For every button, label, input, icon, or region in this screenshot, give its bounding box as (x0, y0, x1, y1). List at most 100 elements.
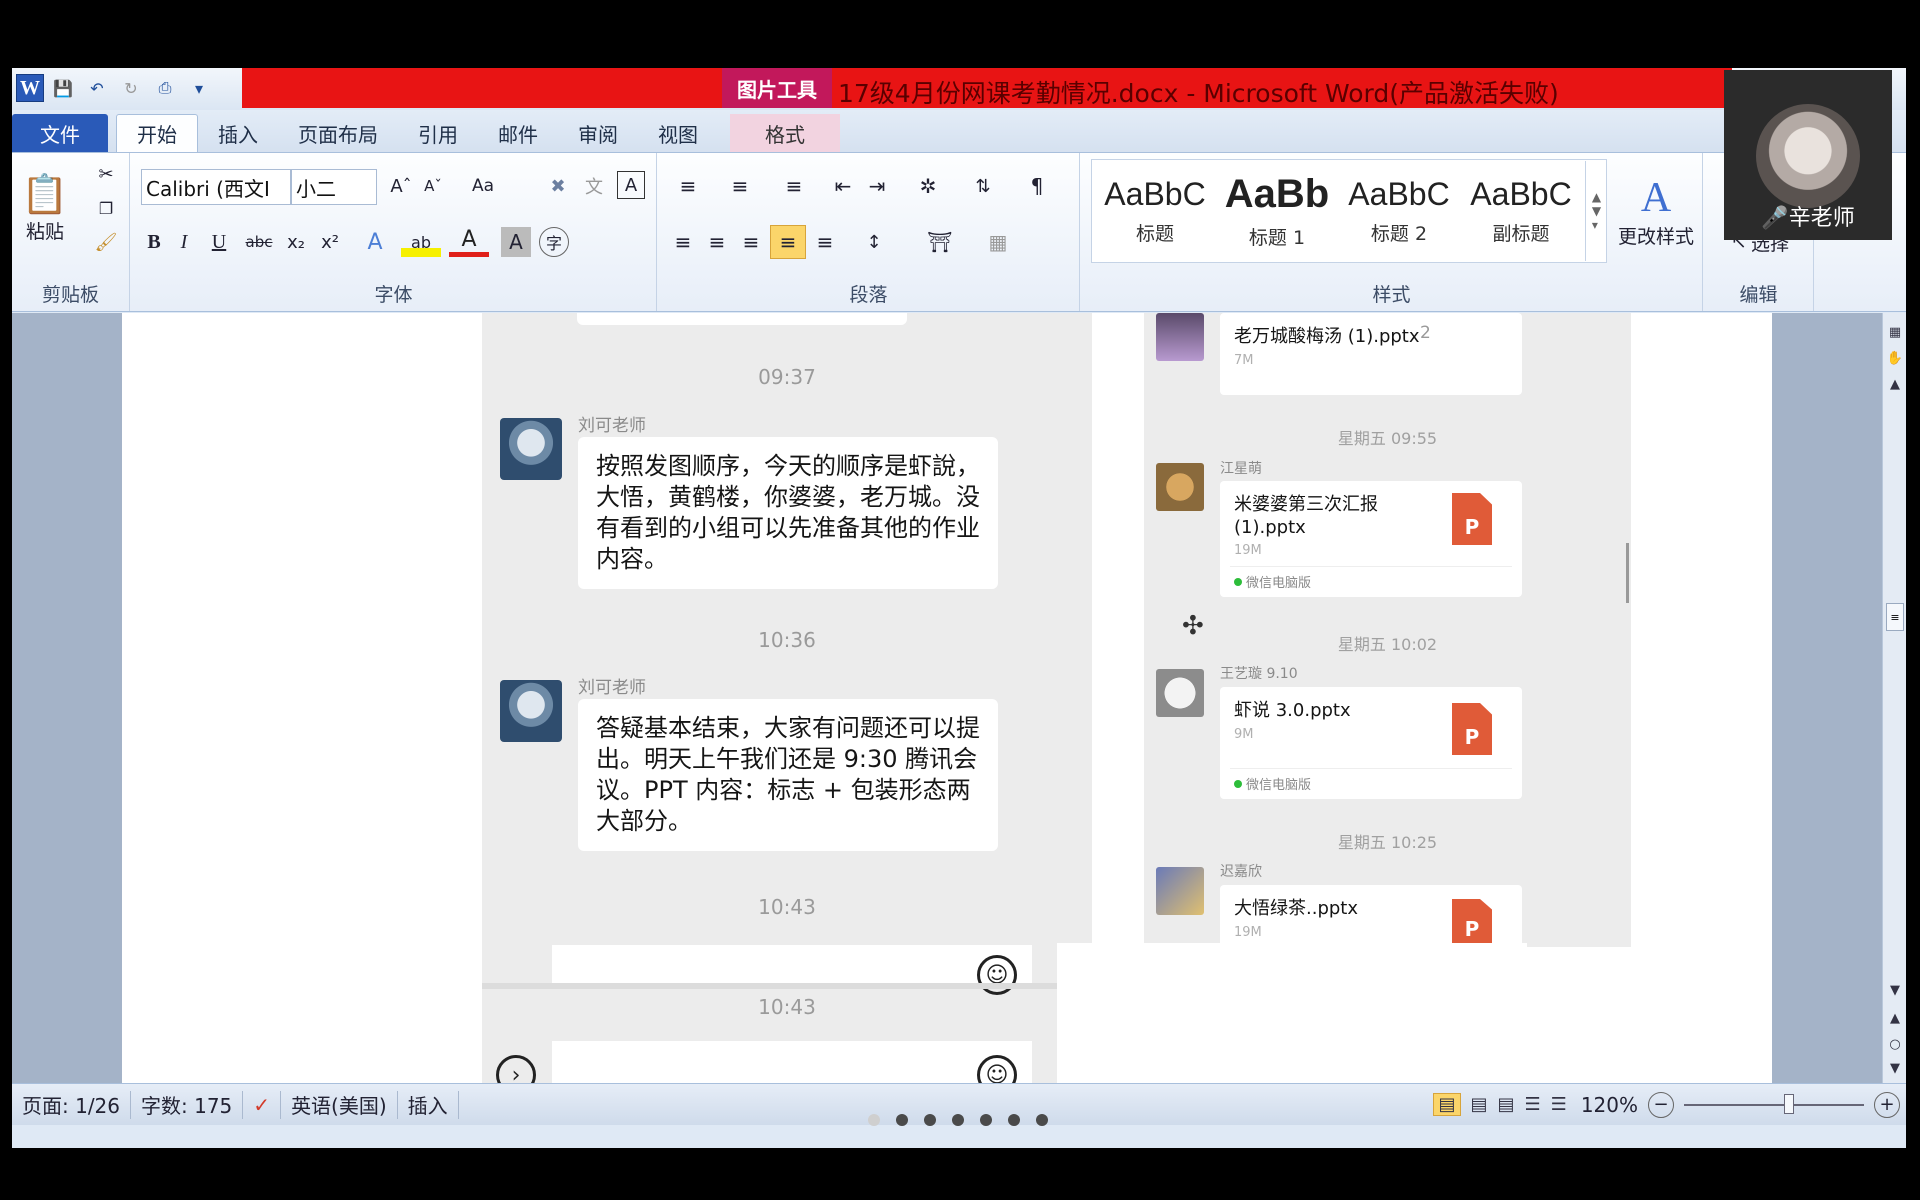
customize-toolbar-icon[interactable]: ▾ (184, 74, 214, 102)
phonetic-guide-icon[interactable]: 文 (579, 171, 609, 201)
print-layout-icon[interactable]: ▤ (1433, 1093, 1461, 1116)
full-screen-reading-icon[interactable]: ▤ (1471, 1094, 1488, 1115)
tab-review[interactable]: 审阅 (558, 114, 638, 152)
web-layout-icon[interactable]: ▤ (1498, 1094, 1515, 1115)
prev-page-icon[interactable]: ▲ (1885, 1007, 1905, 1029)
shrink-font-icon[interactable]: Aˇ (419, 171, 447, 201)
style-heading1[interactable]: AaBb 标题 1 (1217, 161, 1337, 261)
document-page[interactable]: 09:37 刘可老师 按照发图顺序，今天的顺序是虾說，大悟，黄鹤楼，你婆婆，老万… (122, 313, 1772, 1095)
font-size-combo[interactable]: 小二 (291, 169, 377, 205)
tab-file[interactable]: 文件 (12, 114, 108, 152)
message-sender: 刘可老师 (578, 678, 646, 698)
slide-dot[interactable] (1008, 1114, 1020, 1126)
zoom-slider[interactable] (1684, 1093, 1864, 1114)
bold-icon[interactable]: B (139, 227, 169, 257)
cut-icon[interactable]: ✂ (92, 161, 120, 187)
distributed-icon[interactable]: ≡ (810, 227, 840, 257)
chat-screenshot-right[interactable]: 老万城酸梅汤 (1).pptx 7M 2 星期五 09:55 江星萌 米婆婆第三… (1144, 313, 1631, 947)
change-case-button[interactable]: Aa (463, 171, 503, 201)
bullets-icon[interactable]: ≡ (668, 171, 708, 201)
tab-home[interactable]: 开始 (116, 114, 198, 152)
sort-icon[interactable]: ⇅ (968, 171, 998, 201)
tab-mailings[interactable]: 邮件 (478, 114, 558, 152)
zoom-in-icon[interactable]: + (1874, 1091, 1900, 1118)
scroll-down-icon[interactable]: ▼ (1885, 979, 1905, 1001)
char-shading-icon[interactable]: A (501, 227, 531, 257)
italic-icon[interactable]: I (169, 227, 199, 257)
change-styles-button[interactable]: A 更改样式 (1613, 161, 1699, 261)
slide-dot[interactable] (924, 1114, 936, 1126)
subscript-icon[interactable]: x₂ (281, 227, 311, 257)
word-logo-icon[interactable]: W (16, 74, 44, 102)
avatar (1156, 669, 1204, 717)
align-center-icon[interactable]: ≡ (702, 227, 732, 257)
line-spacing-icon[interactable]: ↕ (854, 227, 894, 257)
draft-icon[interactable]: ☰ (1551, 1094, 1567, 1115)
justify-icon[interactable]: ≡ (770, 225, 806, 259)
proofing-icon[interactable]: ✓ (243, 1090, 282, 1119)
zoom-out-icon[interactable]: − (1648, 1091, 1674, 1118)
font-group: Calibri (西文I 小二 Aˆ Aˇ Aa ✖ 文 A B I U abc… (131, 153, 657, 311)
zoom-slider-thumb[interactable] (1784, 1093, 1794, 1114)
char-border-icon[interactable]: A (617, 171, 645, 199)
divider (1230, 566, 1512, 567)
print-preview-icon[interactable]: ⎙ (150, 74, 180, 102)
text-effects-icon[interactable]: A (355, 227, 395, 257)
numbering-icon[interactable]: ≡ (720, 171, 760, 201)
style-heading2[interactable]: AaBbC 标题 2 (1339, 161, 1459, 261)
save-icon[interactable]: 💾 (48, 74, 78, 102)
slide-dot[interactable] (1036, 1114, 1048, 1126)
increase-indent-icon[interactable]: ⇥ (862, 171, 892, 201)
language[interactable]: 英语(美国) (281, 1090, 398, 1119)
undo-icon[interactable]: ↶ (82, 74, 112, 102)
scroll-up-icon[interactable]: ▲ (1885, 373, 1905, 395)
tab-references[interactable]: 引用 (398, 114, 478, 152)
underline-icon[interactable]: U (201, 227, 237, 257)
chinese-layout-icon[interactable]: ✲ (908, 171, 948, 201)
next-page-icon[interactable]: ▼ (1885, 1057, 1905, 1079)
tab-insert[interactable]: 插入 (198, 114, 278, 152)
slide-dot[interactable] (980, 1114, 992, 1126)
tab-format[interactable]: 格式 (730, 114, 840, 152)
input-box (552, 1041, 1032, 1085)
decrease-indent-icon[interactable]: ⇤ (828, 171, 858, 201)
tab-view[interactable]: 视图 (638, 114, 718, 152)
paragraph-group: ≡ ≡ ≡ ⇤ ⇥ ✲ ⇅ ¶ ≡ ≡ ≡ ≡ ≡ ↕ ⛩ ▦ 段落 (658, 153, 1080, 311)
slide-dot[interactable] (952, 1114, 964, 1126)
pan-icon[interactable]: ✋ (1885, 347, 1905, 369)
shading-icon[interactable]: ⛩ (920, 227, 960, 257)
vertical-scrollbar[interactable]: ▦ ✋ ▲ ≡ ▼ ▲ ○ ▼ (1882, 313, 1906, 1083)
clear-format-icon[interactable]: ✖ (543, 171, 573, 201)
align-right-icon[interactable]: ≡ (736, 227, 766, 257)
borders-icon[interactable]: ▦ (978, 227, 1018, 257)
word-count[interactable]: 字数: 175 (131, 1090, 244, 1119)
outline-icon[interactable]: ☰ (1525, 1094, 1541, 1115)
paste-button[interactable]: 📋 粘贴 (20, 163, 70, 253)
format-painter-icon[interactable]: 🖌 (92, 229, 120, 255)
copy-icon[interactable]: ❐ (92, 195, 120, 221)
show-marks-icon[interactable]: ¶ (1022, 171, 1052, 201)
scroll-thumb[interactable]: ≡ (1886, 603, 1904, 631)
highlight-icon[interactable]: ab (401, 227, 441, 257)
chat-screenshot-left[interactable]: 09:37 刘可老师 按照发图顺序，今天的顺序是虾說，大悟，黄鹤楼，你婆婆，老万… (482, 313, 1092, 1095)
zoom-level[interactable]: 120% (1581, 1093, 1648, 1117)
styles-scroll-icon[interactable]: ▲ ▼ ▾ (1585, 161, 1607, 261)
page-count[interactable]: 页面: 1/26 (12, 1090, 132, 1119)
insert-mode[interactable]: 插入 (398, 1090, 459, 1119)
slide-dot[interactable] (896, 1114, 908, 1126)
ruler-toggle-icon[interactable]: ▦ (1885, 321, 1905, 343)
slide-dot[interactable] (868, 1114, 880, 1126)
style-title[interactable]: AaBbC 标题 (1095, 161, 1215, 261)
grow-font-icon[interactable]: Aˆ (387, 171, 415, 201)
tab-page-layout[interactable]: 页面布局 (278, 114, 398, 152)
font-color-icon[interactable]: A (449, 227, 489, 257)
superscript-icon[interactable]: x² (315, 227, 345, 257)
enclose-char-icon[interactable]: 字 (539, 227, 569, 257)
font-name-combo[interactable]: Calibri (西文I (141, 169, 291, 205)
browse-object-icon[interactable]: ○ (1885, 1033, 1905, 1055)
redo-icon[interactable]: ↻ (116, 74, 146, 102)
multilevel-list-icon[interactable]: ≡ (774, 171, 814, 201)
strikethrough-icon[interactable]: abc (241, 227, 277, 257)
align-left-icon[interactable]: ≡ (668, 227, 698, 257)
style-subtitle[interactable]: AaBbC 副标题 (1461, 161, 1581, 261)
